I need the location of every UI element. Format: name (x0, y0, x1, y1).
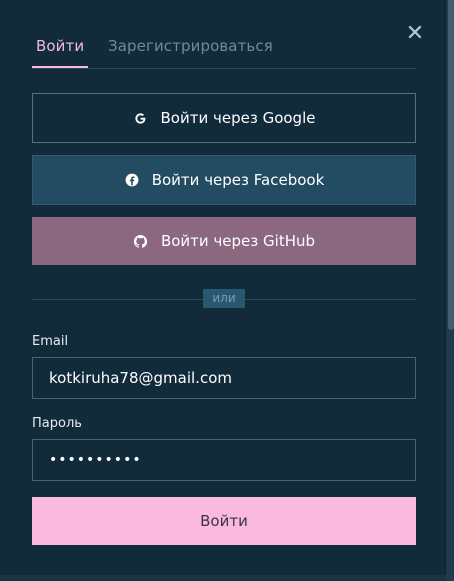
tab-register[interactable]: Зарегистрироваться (108, 37, 273, 68)
login-submit-button[interactable]: Войти (32, 497, 416, 545)
github-icon (133, 233, 149, 249)
facebook-login-button[interactable]: Войти через Facebook (32, 155, 416, 205)
auth-modal: ✕ Войти Зарегистрироваться Войти через G… (0, 0, 446, 575)
auth-tabs: Войти Зарегистрироваться (32, 30, 416, 69)
email-label: Email (32, 334, 69, 349)
github-login-button[interactable]: Войти через GitHub (32, 217, 416, 265)
google-login-label: Войти через Google (160, 109, 316, 127)
password-field[interactable]: •••••••••• (32, 439, 416, 481)
password-label: Пароль (32, 416, 82, 431)
page-scrollbar-thumb[interactable] (448, 0, 454, 330)
email-field[interactable]: kotkiruha78@gmail.com (32, 357, 416, 399)
email-value: kotkiruha78@gmail.com (49, 369, 232, 387)
facebook-login-label: Войти через Facebook (151, 171, 325, 189)
facebook-icon (124, 172, 140, 188)
divider-label: или (203, 289, 245, 308)
github-login-label: Войти через GitHub (160, 232, 316, 250)
tab-login[interactable]: Войти (32, 37, 88, 68)
google-login-button[interactable]: Войти через Google (32, 93, 416, 143)
password-value: •••••••••• (49, 452, 142, 468)
login-submit-label: Войти (200, 512, 248, 530)
google-icon (133, 110, 149, 126)
